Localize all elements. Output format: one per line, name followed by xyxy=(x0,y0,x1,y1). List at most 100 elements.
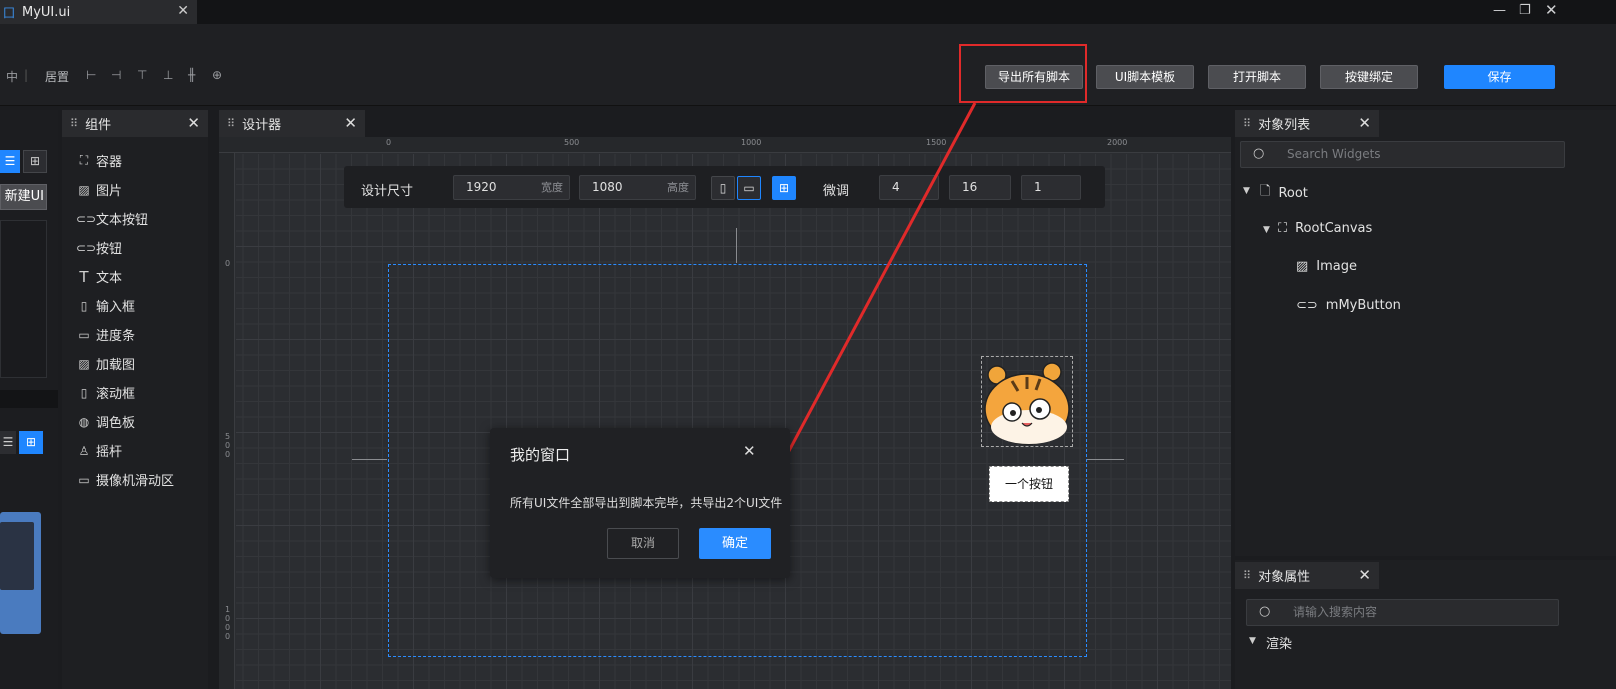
file-tab[interactable]: 囗 MyUI.ui ✕ xyxy=(0,0,197,24)
dialog-ok-button[interactable]: 确定 xyxy=(699,528,771,559)
close-tab-icon[interactable]: ✕ xyxy=(177,3,189,19)
title-bar: 囗 MyUI.ui ✕ — ❐ ✕ xyxy=(0,0,1616,24)
designer-tab[interactable]: ⠿ 设计器 ✕ xyxy=(219,110,365,137)
tree-item-rootcanvas[interactable]: ⛶ RootCanvas xyxy=(1278,221,1372,236)
panel-separator xyxy=(0,390,58,408)
new-ui-button[interactable]: 新建UI xyxy=(0,184,47,210)
list-view-icon[interactable]: ☰ xyxy=(0,150,20,173)
align-vcenter-icon[interactable]: ╫ xyxy=(188,68,195,82)
drag-grip-icon[interactable]: ⠿ xyxy=(1243,569,1251,582)
drag-grip-icon[interactable]: ⠿ xyxy=(227,117,235,130)
component-button[interactable]: ⊂⊃ 按钮 xyxy=(76,238,122,258)
landscape-icon[interactable]: ▭ xyxy=(737,176,761,200)
ruler-mark: 5 0 0 xyxy=(225,432,231,459)
close-designer-icon[interactable]: ✕ xyxy=(344,114,357,132)
list-view-icon-2[interactable]: ☰ xyxy=(0,431,16,454)
width-unit: 宽度 xyxy=(541,181,563,194)
component-camera-slide[interactable]: ▭ 摄像机滑动区 xyxy=(76,470,174,490)
toggle-icon: ⊂⊃ xyxy=(1296,298,1318,313)
component-input[interactable]: ▯ 输入框 xyxy=(76,296,135,316)
ruler-mark: 0 xyxy=(225,259,231,268)
widget-search-field[interactable]: ○ xyxy=(1240,141,1565,168)
key-binding-button[interactable]: 按键绑定 xyxy=(1320,65,1418,89)
component-progress[interactable]: ▭ 进度条 xyxy=(76,325,135,345)
dialog-close-icon[interactable]: ✕ xyxy=(743,442,756,460)
guide-line xyxy=(1087,459,1124,460)
grid-snap-icon[interactable]: ⊞ xyxy=(772,176,796,200)
caret-down-icon[interactable]: ▼ xyxy=(1249,636,1256,646)
dialog-message: 所有UI文件全部导出到脚本完毕，共导出2个UI文件 xyxy=(510,496,783,510)
ui-script-template-button[interactable]: UI脚本模板 xyxy=(1096,65,1194,89)
components-panel-header: ⠿ 组件 ✕ xyxy=(62,110,208,137)
dialog-cancel-button[interactable]: 取消 xyxy=(607,528,679,559)
width-value: 1920 xyxy=(466,180,497,194)
button-icon: ⊂⊃ xyxy=(76,240,97,255)
palette-icon: ◍ xyxy=(78,414,90,429)
caret-down-icon[interactable]: ▼ xyxy=(1263,225,1270,235)
minimize-icon[interactable]: — xyxy=(1493,3,1506,18)
align-top-icon[interactable]: ⊤ xyxy=(137,68,147,82)
tiger-image-widget[interactable] xyxy=(981,356,1073,447)
align-left-icon[interactable]: ⊢ xyxy=(86,68,96,82)
asset-thumbnail-inner xyxy=(0,522,34,590)
height-field[interactable]: 1080 高度 xyxy=(579,175,696,200)
toolbar-divider: | xyxy=(24,68,29,82)
tree-item-root[interactable]: 🗋 Root xyxy=(1260,182,1308,204)
object-list-header: ⠿ 对象列表 ✕ xyxy=(1235,110,1379,137)
close-window-icon[interactable]: ✕ xyxy=(1545,1,1558,19)
tree-item-mmybutton[interactable]: ⊂⊃ mMyButton xyxy=(1296,298,1401,313)
property-search-input[interactable] xyxy=(1293,605,1543,619)
ui-list-area xyxy=(0,220,47,378)
properties-header: ⠿ 对象属性 ✕ xyxy=(1235,562,1379,589)
align-bottom-icon[interactable]: ⊥ xyxy=(163,68,173,82)
align-center-icon[interactable]: 中 xyxy=(6,68,18,85)
caret-down-icon[interactable]: ▼ xyxy=(1243,186,1250,196)
my-button-widget[interactable]: 一个按钮 xyxy=(989,466,1069,502)
portrait-icon[interactable]: ▯ xyxy=(711,176,735,200)
component-container[interactable]: ⛶ 容器 xyxy=(76,151,122,170)
render-section-label: 渲染 xyxy=(1266,637,1293,652)
component-joystick[interactable]: ♙ 摇杆 xyxy=(76,441,122,461)
save-button[interactable]: 保存 xyxy=(1444,65,1555,89)
image-icon: ▨ xyxy=(1296,259,1309,274)
object-list-title: 对象列表 xyxy=(1258,118,1311,133)
designer-title: 设计器 xyxy=(242,118,282,133)
properties-title: 对象属性 xyxy=(1258,570,1311,585)
grid-view-icon[interactable]: ⊞ xyxy=(23,150,47,173)
property-search-field[interactable]: ○ xyxy=(1246,599,1559,626)
fine-tune-field-1[interactable]: 4 xyxy=(879,175,939,200)
height-unit: 高度 xyxy=(667,181,689,194)
drag-grip-icon[interactable]: ⠿ xyxy=(70,117,78,130)
widget-search-input[interactable] xyxy=(1287,147,1537,161)
ruler-mark: 500 xyxy=(564,138,580,147)
align-hcenter-icon[interactable]: ⊕ xyxy=(212,68,222,82)
file-icon: 🗋 xyxy=(1260,184,1271,199)
fine-tune-label: 微调 xyxy=(823,184,850,199)
close-properties-icon[interactable]: ✕ xyxy=(1358,566,1371,584)
component-text[interactable]: T 文本 xyxy=(76,267,122,287)
component-palette[interactable]: ◍ 调色板 xyxy=(76,412,135,432)
fine-tune-field-2[interactable]: 16 xyxy=(949,175,1011,200)
guide-line xyxy=(352,459,387,460)
ruler-mark: 1000 xyxy=(741,138,762,147)
close-components-icon[interactable]: ✕ xyxy=(187,114,200,132)
close-object-list-icon[interactable]: ✕ xyxy=(1358,114,1371,132)
drag-grip-icon[interactable]: ⠿ xyxy=(1243,117,1251,130)
grid-view-icon-2[interactable]: ⊞ xyxy=(19,431,43,454)
open-script-button[interactable]: 打开脚本 xyxy=(1208,65,1306,89)
fine-tune-field-3[interactable]: 1 xyxy=(1021,175,1081,200)
tree-item-image[interactable]: ▨ Image xyxy=(1296,259,1357,274)
component-scroll[interactable]: ▯ 滚动框 xyxy=(76,383,135,403)
align-right-icon[interactable]: ⊣ xyxy=(111,68,121,82)
component-image[interactable]: ▨ 图片 xyxy=(76,180,122,200)
highlight-annotation-box xyxy=(959,44,1087,103)
components-title: 组件 xyxy=(85,118,112,133)
guide-line xyxy=(736,228,737,263)
component-text-button[interactable]: ⊂⊃ 文本按钮 xyxy=(76,209,148,229)
camera-icon: ▭ xyxy=(78,472,90,487)
component-loader[interactable]: ▨ 加载图 xyxy=(76,354,135,374)
scroll-icon: ▯ xyxy=(80,385,88,400)
width-field[interactable]: 1920 宽度 xyxy=(453,175,570,200)
left-panel: ☰ ⊞ 新建UI ☰ ⊞ xyxy=(0,110,58,689)
restore-icon[interactable]: ❐ xyxy=(1519,3,1531,18)
